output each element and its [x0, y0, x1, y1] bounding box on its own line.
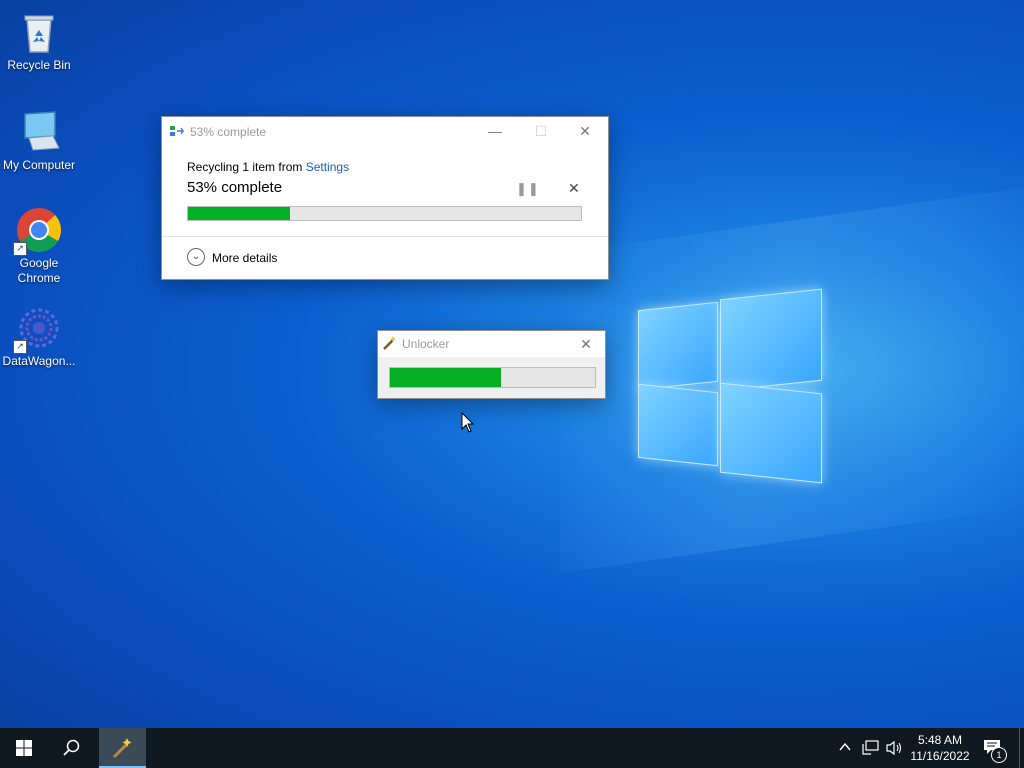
close-button[interactable]: ✕	[562, 117, 608, 145]
unlocker-dialog: Unlocker ✕	[377, 330, 606, 399]
shortcut-arrow-icon: ↗	[13, 340, 27, 354]
unlocker-titlebar[interactable]: Unlocker ✕	[378, 331, 605, 357]
windows-wallpaper-logo	[636, 288, 826, 484]
shortcut-arrow-icon: ↗	[13, 242, 27, 256]
search-icon	[63, 739, 80, 756]
unlocker-title: Unlocker	[402, 337, 450, 351]
chevron-up-icon	[839, 742, 851, 751]
maximize-button: ☐	[534, 123, 548, 139]
clock-date: 11/16/2022	[910, 749, 970, 763]
desktop-icon-datawagon[interactable]: ↗ DataWagon...	[1, 304, 77, 369]
desktop-icon-label: Google Chrome	[17, 256, 61, 285]
file-operation-dialog: 53% complete — ☐ ✕ Recycling 1 item from…	[161, 116, 609, 280]
close-button[interactable]: ✕	[568, 331, 604, 357]
computer-icon	[15, 108, 63, 156]
magic-wand-icon	[112, 738, 132, 759]
network-button[interactable]	[862, 740, 882, 756]
taskbar-app-unlocker[interactable]	[99, 728, 146, 768]
unlocker-progress-fill	[390, 368, 501, 387]
clock[interactable]: 5:48 AM 11/16/2022	[906, 728, 974, 768]
windows-start-icon	[16, 740, 32, 756]
copy-progress-bar	[187, 206, 582, 221]
file-transfer-icon	[170, 125, 186, 140]
datawagon-icon: ↗	[13, 304, 63, 354]
copy-progress-fill	[188, 207, 291, 220]
desktop-icon-google-chrome[interactable]: ↗ Google Chrome	[1, 206, 77, 286]
source-link[interactable]: Settings	[306, 160, 349, 174]
unlocker-body	[378, 357, 605, 398]
minimize-button[interactable]: —	[472, 117, 518, 145]
more-details-label: More details	[212, 251, 278, 265]
notification-count-badge: 1	[991, 747, 1007, 763]
speaker-icon	[886, 740, 902, 756]
network-icon	[862, 740, 879, 755]
dialog-titlebar[interactable]: 53% complete — ☐ ✕	[162, 117, 608, 145]
magic-wand-icon	[382, 335, 398, 354]
chrome-icon: ↗	[13, 206, 63, 256]
volume-button[interactable]	[886, 740, 906, 756]
dialog-title: 53% complete	[190, 125, 267, 139]
clock-time: 5:48 AM	[917, 733, 963, 747]
desktop-icon-label: Recycle Bin	[7, 58, 71, 72]
desktop-icon-recycle-bin[interactable]: Recycle Bin	[1, 8, 77, 73]
search-button[interactable]	[48, 728, 96, 768]
unlocker-progress-bar	[389, 367, 596, 388]
desktop-icon-my-computer[interactable]: My Computer	[1, 108, 77, 173]
action-center-button[interactable]: 1	[978, 728, 1018, 768]
divider	[162, 236, 608, 237]
recycling-text: Recycling 1 item from	[187, 160, 306, 174]
taskbar: 5:48 AM 11/16/2022 1	[0, 728, 1024, 768]
percent-complete-text: 53% complete	[187, 179, 283, 196]
operation-description: Recycling 1 item from Settings	[187, 160, 349, 174]
desktop-icon-label: DataWagon...	[2, 354, 76, 368]
recycle-bin-icon	[15, 8, 63, 56]
show-hidden-icons-button[interactable]	[838, 740, 856, 756]
mouse-cursor	[461, 411, 475, 437]
pause-button[interactable]: ❚❚	[516, 181, 540, 197]
start-button[interactable]	[0, 728, 48, 768]
cancel-operation-button[interactable]: ✕	[568, 180, 580, 197]
show-desktop-button[interactable]	[1019, 728, 1024, 768]
desktop-icon-label: My Computer	[2, 158, 76, 172]
chevron-down-icon: ⌄	[187, 248, 205, 266]
